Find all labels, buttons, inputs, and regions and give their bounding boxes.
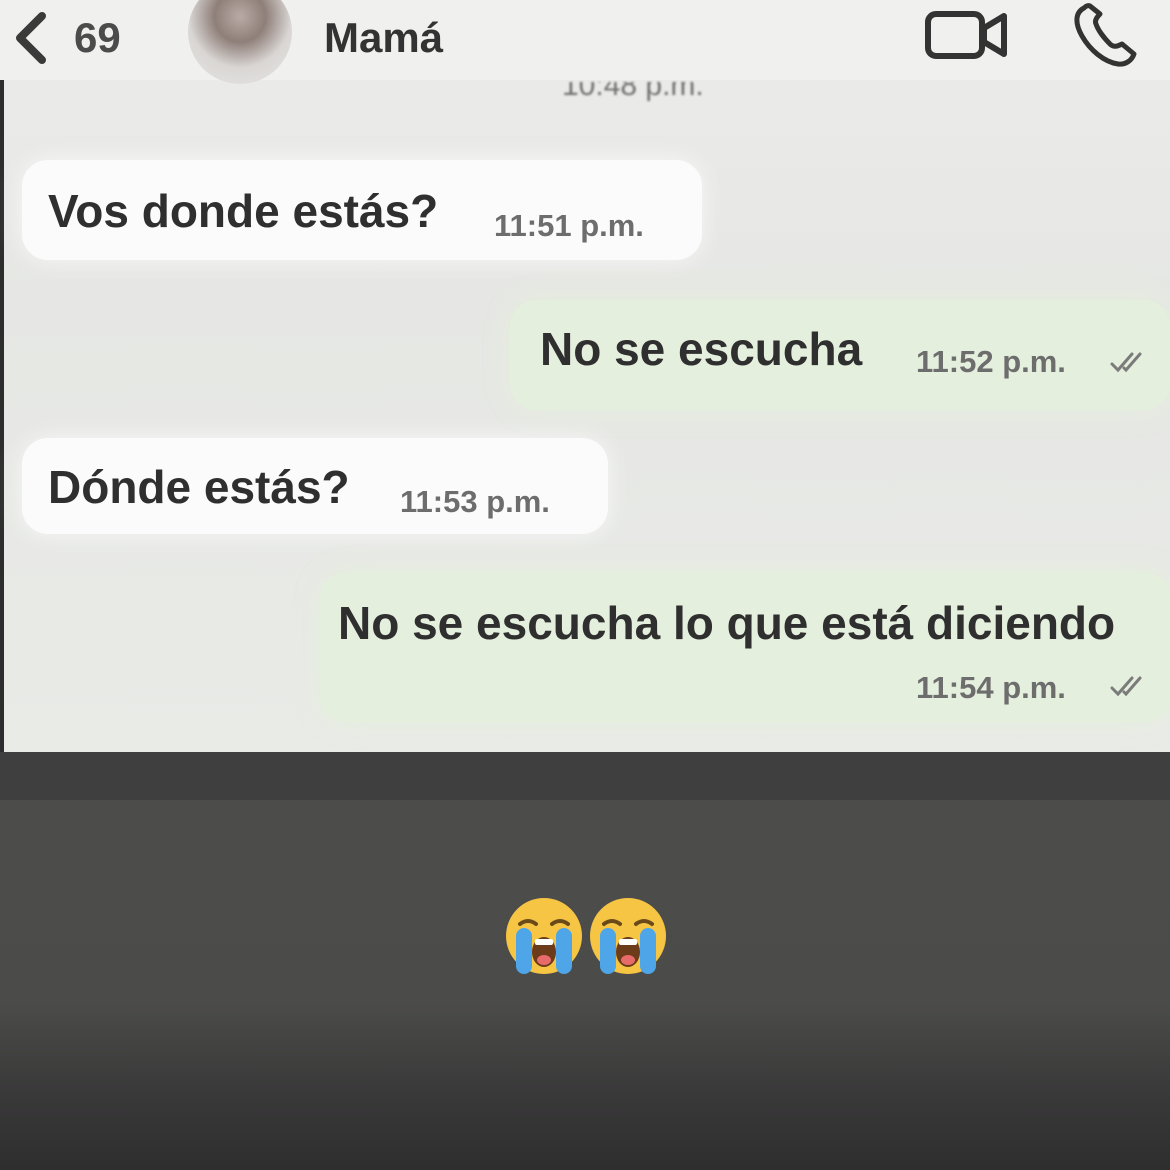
message-time: 11:54 p.m. [916, 670, 1066, 705]
message-time: 11:53 p.m. [400, 484, 550, 519]
chat-header: 69 Mamá [0, 0, 1170, 84]
loudly-crying-face-icon [590, 898, 666, 974]
avatar[interactable] [188, 0, 292, 84]
message-text: No se escucha [540, 323, 863, 375]
message-text: No se escucha lo que está diciendo [338, 597, 1116, 649]
emoji-caption [500, 896, 680, 976]
message-bubble-outgoing[interactable]: No se escucha lo que está diciendo 11:54… [320, 572, 1170, 722]
message-text: Dónde estás? [48, 461, 350, 513]
video-camera-icon[interactable] [924, 8, 1010, 62]
partial-timestamp: 10:48 p.m. [562, 82, 704, 102]
phone-icon[interactable] [1070, 2, 1142, 68]
message-bubble-incoming[interactable]: Vos donde estás? 11:51 p.m. [22, 160, 702, 260]
chevron-left-icon[interactable] [8, 10, 52, 66]
message-text: Vos donde estás? [48, 185, 439, 237]
message-bubble-outgoing[interactable]: No se escucha 11:52 p.m. [510, 300, 1170, 410]
story-frame: 69 Mamá 10:48 p.m. Vos donde estás? 11:5… [0, 0, 1170, 1170]
divider-band [0, 752, 1170, 800]
chat-screenshot: 69 Mamá 10:48 p.m. Vos donde estás? 11:5… [0, 0, 1170, 752]
message-bubble-incoming[interactable]: Dónde estás? 11:53 p.m. [22, 438, 608, 534]
contact-name[interactable]: Mamá [324, 14, 443, 62]
loudly-crying-face-icon [506, 898, 582, 974]
message-time: 11:52 p.m. [916, 344, 1066, 379]
story-background [0, 800, 1170, 1170]
message-time: 11:51 p.m. [494, 208, 644, 243]
double-check-icon [1110, 352, 1142, 373]
back-unread-count[interactable]: 69 [74, 14, 121, 62]
double-check-icon [1110, 676, 1142, 697]
